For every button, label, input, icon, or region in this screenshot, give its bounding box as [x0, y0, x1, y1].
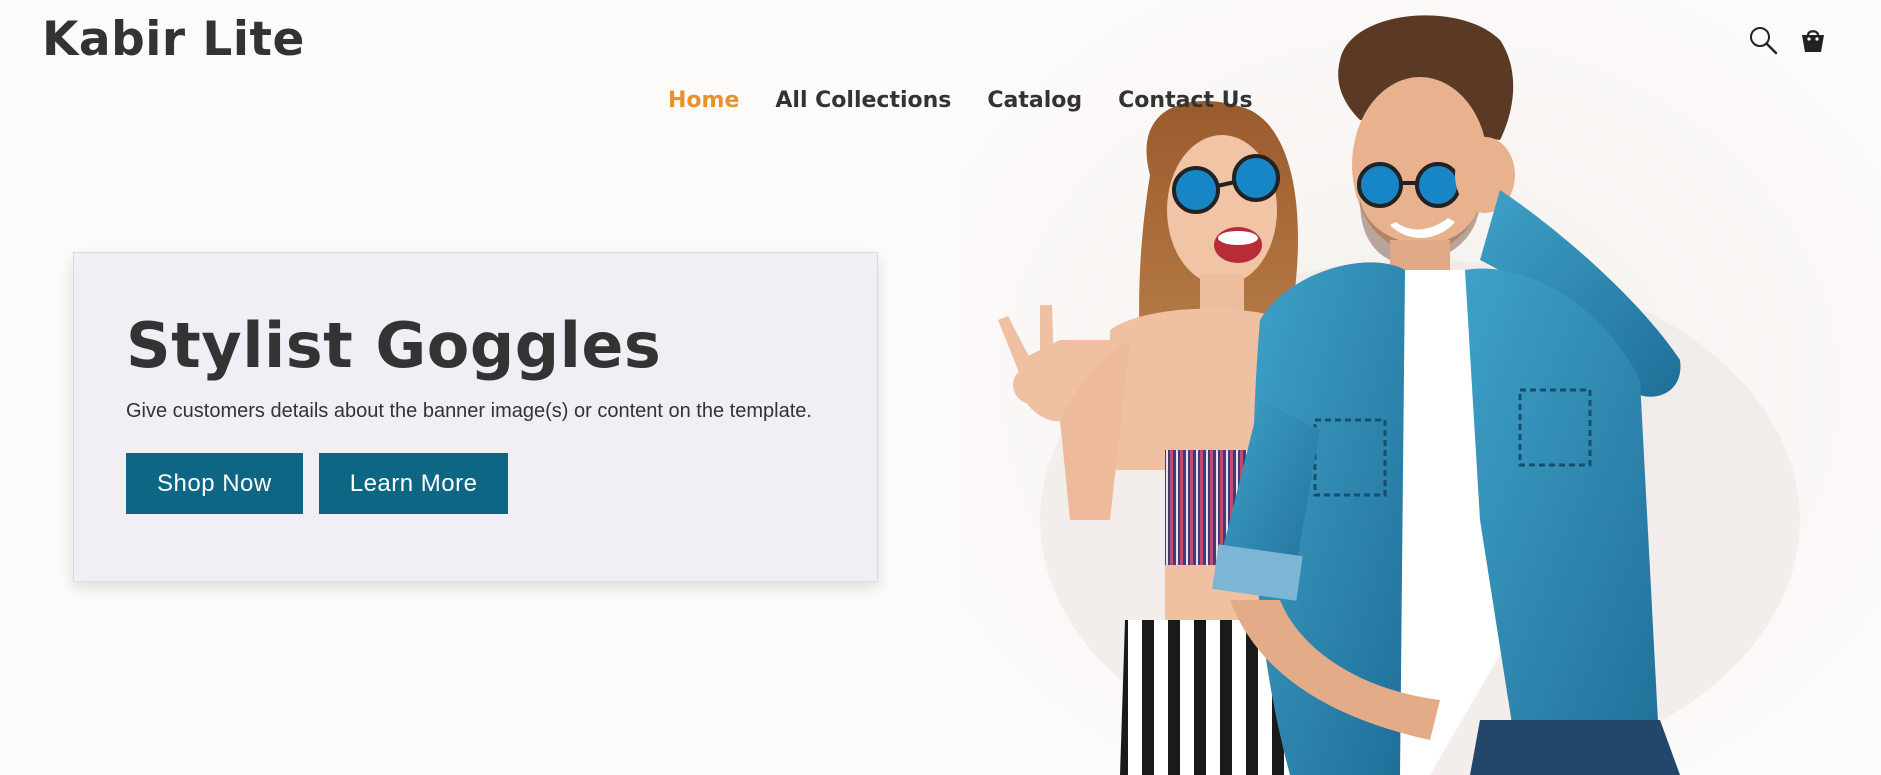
banner-card: Stylist Goggles Give customers details a… [73, 252, 878, 582]
search-icon[interactable] [1747, 24, 1779, 56]
banner-description: Give customers details about the banner … [126, 400, 812, 423]
nav-item-contact-us[interactable]: Contact Us [1118, 88, 1252, 113]
shop-now-button[interactable]: Shop Now [126, 453, 303, 515]
nav-item-catalog[interactable]: Catalog [987, 88, 1082, 113]
main-nav: Home All Collections Catalog Contact Us [668, 88, 1253, 113]
hero-image [960, 0, 1881, 775]
banner-title: Stylist Goggles [126, 309, 662, 382]
nav-item-home[interactable]: Home [668, 88, 739, 113]
shopping-bag-icon[interactable] [1797, 24, 1829, 56]
banner-actions: Shop Now Learn More [126, 453, 825, 515]
header-actions [1747, 24, 1829, 56]
site-logo[interactable]: Kabir Lite [42, 12, 305, 67]
nav-item-all-collections[interactable]: All Collections [775, 88, 951, 113]
learn-more-button[interactable]: Learn More [318, 453, 509, 515]
page: Kabir Lite Home All Collections Catalog … [0, 0, 1881, 775]
